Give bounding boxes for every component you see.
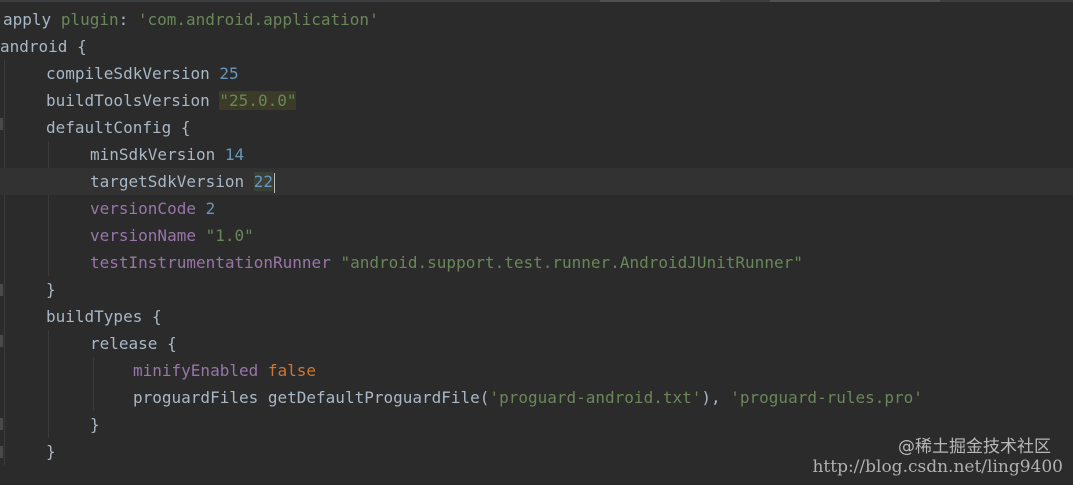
code-line[interactable]: compileSdkVersion 25 xyxy=(0,60,1073,87)
code-line[interactable]: proguardFiles getDefaultProguardFile('pr… xyxy=(0,384,1073,411)
code-token: 'proguard-rules.pro' xyxy=(730,388,923,407)
code-line[interactable]: versionName "1.0" xyxy=(0,222,1073,249)
editor-top-border xyxy=(0,0,1073,2)
code-editor[interactable]: apply plugin: 'com.android.application' … xyxy=(0,0,1073,485)
code-token: release { xyxy=(90,334,177,353)
highlighted-number: 22 xyxy=(253,172,274,191)
code-line[interactable]: buildTypes { xyxy=(0,303,1073,330)
code-line[interactable]: testInstrumentationRunner "android.suppo… xyxy=(0,249,1073,276)
code-token: testInstrumentationRunner xyxy=(90,253,331,272)
watermark-handle: @稀土掘金技术社区 xyxy=(898,437,1051,457)
code-token: "android.support.test.runner.AndroidJUni… xyxy=(340,253,803,272)
current-code-line[interactable]: targetSdkVersion 22 xyxy=(0,168,1073,195)
code-token: 25 xyxy=(219,64,239,83)
code-line[interactable]: versionCode 2 xyxy=(0,195,1073,222)
text-caret xyxy=(274,172,276,193)
code-token: getDefaultProguardFile( xyxy=(267,388,490,407)
watermark-url: http://blog.csdn.net/ling9400 xyxy=(812,457,1063,477)
code-token: ), xyxy=(701,388,731,407)
code-line[interactable]: minifyEnabled false xyxy=(0,357,1073,384)
highlighted-string: "25.0.0" xyxy=(219,91,297,110)
code-token: "1.0" xyxy=(205,226,254,245)
code-token: versionName xyxy=(90,226,196,245)
code-token: false xyxy=(267,361,317,380)
code-token: : xyxy=(118,10,138,29)
code-token: buildTypes { xyxy=(46,307,162,326)
code-line[interactable]: minSdkVersion 14 xyxy=(0,141,1073,168)
code-token: plugin xyxy=(60,10,119,29)
code-line[interactable]: apply plugin: 'com.android.application' xyxy=(0,6,1073,33)
code-token: 'proguard-android.txt' xyxy=(489,388,702,407)
code-token: } xyxy=(46,280,56,299)
code-line[interactable]: } xyxy=(0,276,1073,303)
code-line[interactable]: release { xyxy=(0,330,1073,357)
code-token: buildToolsVersion xyxy=(46,91,210,110)
code-token: apply xyxy=(3,10,52,29)
code-token: 2 xyxy=(205,199,216,218)
code-token: } xyxy=(90,415,100,434)
code-token: defaultConfig { xyxy=(46,118,191,137)
code-line[interactable]: defaultConfig { xyxy=(0,114,1073,141)
code-line[interactable]: android { xyxy=(0,33,1073,60)
code-token: minSdkVersion xyxy=(90,145,216,164)
code-token: } xyxy=(46,442,56,461)
code-token: proguardFiles xyxy=(133,388,259,407)
code-token: android { xyxy=(0,37,87,56)
code-token: versionCode xyxy=(90,199,196,218)
code-token: minifyEnabled xyxy=(133,361,259,380)
code-token: targetSdkVersion xyxy=(90,172,245,191)
code-token: 14 xyxy=(224,145,245,164)
code-line[interactable]: buildToolsVersion "25.0.0" xyxy=(0,87,1073,114)
code-token: compileSdkVersion xyxy=(46,64,210,83)
watermark: @稀土掘金技术社区 http://blog.csdn.net/ling9400 xyxy=(812,437,1063,477)
code-token: 'com.android.application' xyxy=(137,10,379,29)
